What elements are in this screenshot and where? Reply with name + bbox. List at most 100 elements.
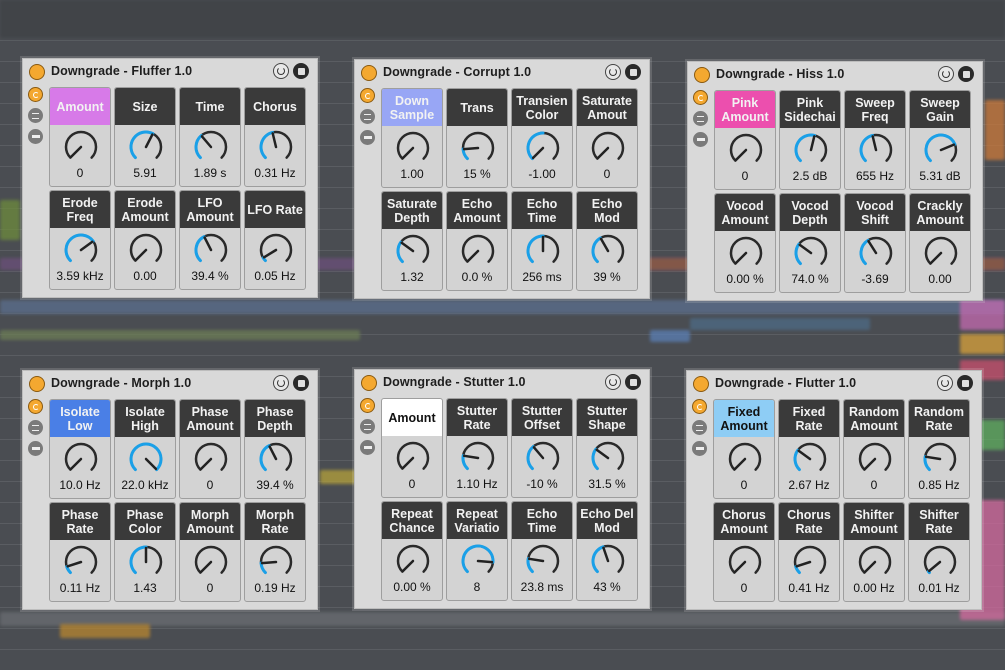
- macro-list-icon[interactable]: [28, 108, 43, 123]
- macro-control[interactable]: LFO Amount 39.4 %: [179, 190, 241, 290]
- macro-randomize-icon[interactable]: [28, 399, 43, 414]
- device-power-button[interactable]: [361, 65, 377, 81]
- macro-control[interactable]: Random Amount 0: [843, 399, 905, 499]
- hot-swap-icon[interactable]: [273, 63, 289, 79]
- macro-label[interactable]: Shifter Amount: [844, 503, 904, 540]
- device-power-button[interactable]: [361, 375, 377, 391]
- device-power-button[interactable]: [29, 376, 45, 392]
- macro-collapse-icon[interactable]: [28, 129, 43, 144]
- macro-label[interactable]: Vocod Amount: [715, 194, 775, 231]
- macro-label[interactable]: Erode Freq: [50, 191, 110, 228]
- macro-control[interactable]: Down Sample 1.00: [381, 88, 443, 188]
- macro-knob[interactable]: [258, 129, 294, 165]
- macro-control[interactable]: Stutter Offset -10 %: [511, 398, 573, 498]
- macro-label[interactable]: LFO Rate: [245, 191, 305, 228]
- macro-knob[interactable]: [460, 440, 496, 476]
- macro-control[interactable]: Fixed Rate 2.67 Hz: [778, 399, 840, 499]
- macro-knob[interactable]: [193, 441, 229, 477]
- macro-randomize-icon[interactable]: [692, 399, 707, 414]
- macro-control[interactable]: Crackly Amount 0.00: [909, 193, 971, 293]
- macro-control[interactable]: Trans 15 %: [446, 88, 508, 188]
- macro-label[interactable]: Phase Rate: [50, 503, 110, 540]
- macro-label[interactable]: Amount: [50, 88, 110, 125]
- hot-swap-icon[interactable]: [938, 66, 954, 82]
- macro-label[interactable]: Morph Rate: [245, 503, 305, 540]
- macro-control[interactable]: Echo Amount 0.0 %: [446, 191, 508, 291]
- macro-knob[interactable]: [128, 441, 164, 477]
- macro-label[interactable]: Time: [180, 88, 240, 125]
- macro-collapse-icon[interactable]: [692, 441, 707, 456]
- macro-knob[interactable]: [858, 235, 894, 271]
- macro-knob[interactable]: [590, 130, 626, 166]
- macro-label[interactable]: LFO Amount: [180, 191, 240, 228]
- macro-label[interactable]: Vocod Shift: [845, 194, 905, 231]
- macro-label[interactable]: Chorus: [245, 88, 305, 125]
- macro-control[interactable]: Sweep Freq 655 Hz: [844, 90, 906, 190]
- macro-label[interactable]: Pink Sidechai: [780, 91, 840, 128]
- macro-label[interactable]: Phase Amount: [180, 400, 240, 437]
- macro-label[interactable]: Transien Color: [512, 89, 572, 126]
- macro-knob[interactable]: [395, 233, 431, 269]
- macro-label[interactable]: Saturate Amout: [577, 89, 637, 126]
- macro-label[interactable]: Crackly Amount: [910, 194, 970, 231]
- macro-label[interactable]: Chorus Rate: [779, 503, 839, 540]
- macro-knob[interactable]: [193, 232, 229, 268]
- macro-control[interactable]: Size 5.91: [114, 87, 176, 187]
- macro-control[interactable]: Echo Time 23.8 ms: [511, 501, 573, 601]
- macro-control[interactable]: Phase Depth 39.4 %: [244, 399, 306, 499]
- macro-control[interactable]: Stutter Rate 1.10 Hz: [446, 398, 508, 498]
- hot-swap-icon[interactable]: [605, 374, 621, 390]
- macro-control[interactable]: Chorus 0.31 Hz: [244, 87, 306, 187]
- macro-knob[interactable]: [63, 129, 99, 165]
- macro-knob[interactable]: [63, 441, 99, 477]
- macro-knob[interactable]: [923, 235, 959, 271]
- macro-list-icon[interactable]: [692, 420, 707, 435]
- macro-label[interactable]: Echo Del Mod: [577, 502, 637, 539]
- macro-knob[interactable]: [922, 441, 958, 477]
- macro-control[interactable]: Saturate Amout 0: [576, 88, 638, 188]
- macro-label[interactable]: Morph Amount: [180, 503, 240, 540]
- macro-control[interactable]: Vocod Amount 0.00 %: [714, 193, 776, 293]
- save-preset-icon[interactable]: [293, 63, 309, 79]
- macro-knob[interactable]: [728, 235, 764, 271]
- macro-control[interactable]: Isolate High 22.0 kHz: [114, 399, 176, 499]
- macro-label[interactable]: Sweep Gain: [910, 91, 970, 128]
- hot-swap-icon[interactable]: [937, 375, 953, 391]
- macro-control[interactable]: Erode Freq 3.59 kHz: [49, 190, 111, 290]
- macro-knob[interactable]: [63, 232, 99, 268]
- macro-knob[interactable]: [922, 544, 958, 580]
- macro-control[interactable]: Shifter Amount 0.00 Hz: [843, 502, 905, 602]
- macro-control[interactable]: Amount 0: [49, 87, 111, 187]
- device-power-button[interactable]: [29, 64, 45, 80]
- macro-control[interactable]: Fixed Amount 0: [713, 399, 775, 499]
- macro-label[interactable]: Phase Depth: [245, 400, 305, 437]
- macro-list-icon[interactable]: [360, 109, 375, 124]
- macro-knob[interactable]: [857, 544, 893, 580]
- hot-swap-icon[interactable]: [605, 64, 621, 80]
- macro-label[interactable]: Isolate High: [115, 400, 175, 437]
- macro-knob[interactable]: [460, 130, 496, 166]
- macro-label[interactable]: Saturate Depth: [382, 192, 442, 229]
- macro-knob[interactable]: [525, 130, 561, 166]
- macro-collapse-icon[interactable]: [360, 440, 375, 455]
- macro-control[interactable]: Transien Color -1.00: [511, 88, 573, 188]
- macro-label[interactable]: Size: [115, 88, 175, 125]
- macro-label[interactable]: Fixed Rate: [779, 400, 839, 437]
- macro-knob[interactable]: [727, 544, 763, 580]
- macro-knob[interactable]: [923, 132, 959, 168]
- macro-control[interactable]: Phase Rate 0.11 Hz: [49, 502, 111, 602]
- macro-list-icon[interactable]: [360, 419, 375, 434]
- macro-knob[interactable]: [525, 543, 561, 579]
- macro-control[interactable]: Vocod Depth 74.0 %: [779, 193, 841, 293]
- macro-knob[interactable]: [258, 232, 294, 268]
- macro-control[interactable]: LFO Rate 0.05 Hz: [244, 190, 306, 290]
- macro-label[interactable]: Echo Amount: [447, 192, 507, 229]
- macro-knob[interactable]: [525, 233, 561, 269]
- macro-control[interactable]: Saturate Depth 1.32: [381, 191, 443, 291]
- save-preset-icon[interactable]: [958, 66, 974, 82]
- macro-knob[interactable]: [590, 543, 626, 579]
- macro-list-icon[interactable]: [693, 111, 708, 126]
- macro-label[interactable]: Fixed Amount: [714, 400, 774, 437]
- macro-control[interactable]: Pink Amount 0: [714, 90, 776, 190]
- macro-label[interactable]: Vocod Depth: [780, 194, 840, 231]
